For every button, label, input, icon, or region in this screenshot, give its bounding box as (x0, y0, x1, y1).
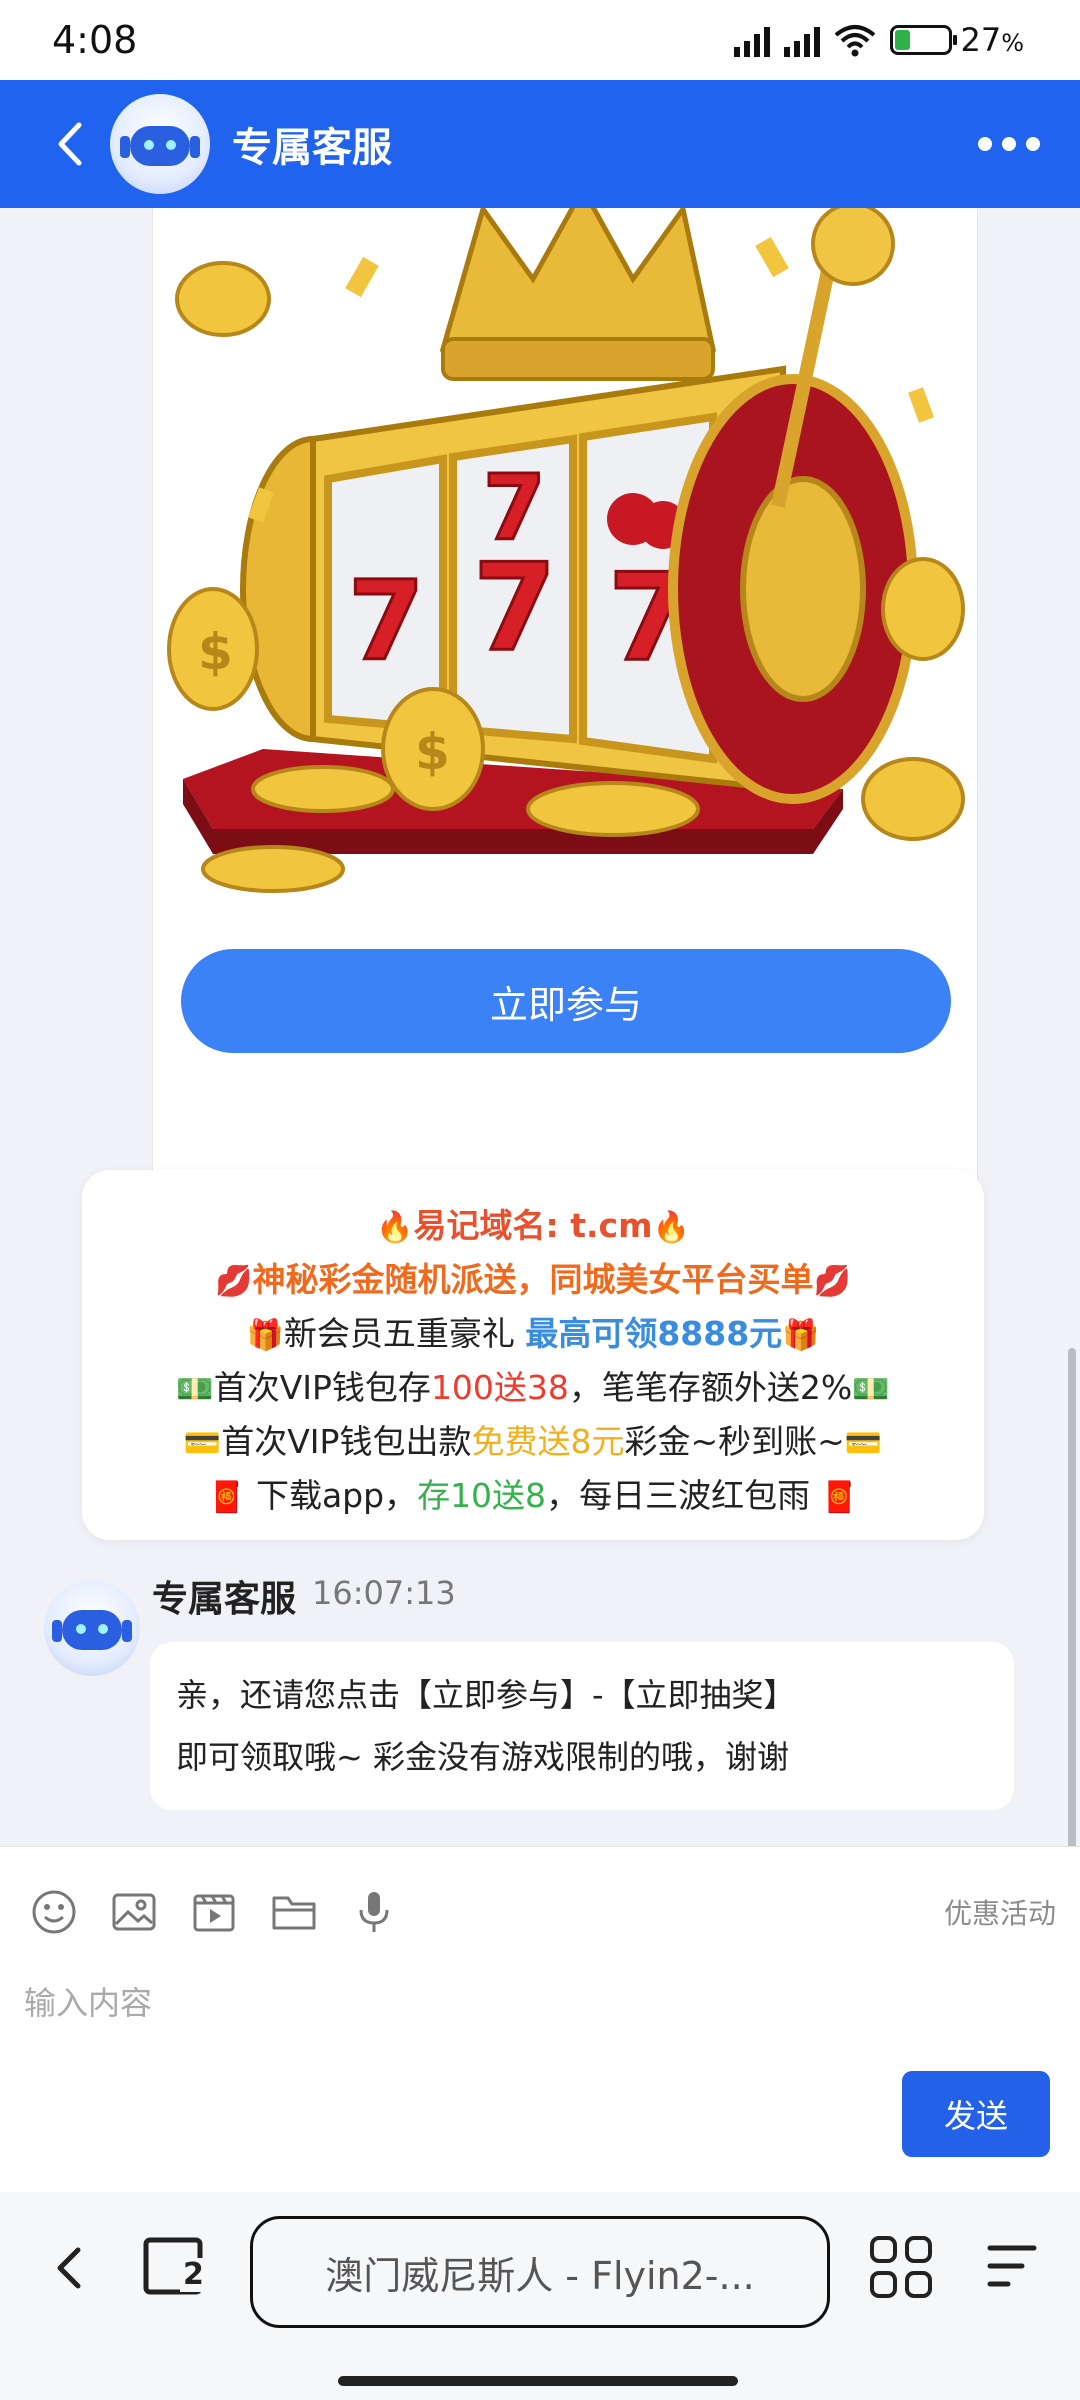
browser-toolbar: 2 澳门威尼斯人 - Flyin2-... (0, 2192, 1080, 2400)
composer: 优惠活动 发送 (0, 1846, 1080, 2192)
signal-icon (734, 23, 771, 57)
battery-indicator: 27% (890, 21, 1024, 59)
chevron-left-icon (58, 122, 82, 166)
credit-card-icon: 💳 (183, 1426, 222, 1461)
gift-icon: 🎁 (246, 1318, 284, 1353)
svg-text:$: $ (198, 623, 233, 681)
battery-icon (890, 25, 958, 55)
tab-count: 2 (180, 2258, 207, 2292)
lips-icon: 💋 (215, 1264, 253, 1299)
back-button[interactable] (30, 104, 110, 184)
message-text: 即可领取哦~ 彩金没有游戏限制的哦，谢谢 (176, 1738, 789, 1776)
credit-card-icon: 💳 (844, 1426, 883, 1461)
status-icons: 27% (734, 21, 1024, 59)
menu-button[interactable] (986, 2242, 1038, 2292)
video-icon (193, 1894, 235, 1932)
address-bar[interactable]: 澳门威尼斯人 - Flyin2-... (250, 2216, 830, 2328)
folder-icon (272, 1896, 316, 1930)
tabs-button[interactable]: 2 (142, 2236, 208, 2296)
promo-card: 7 7 7 7 $ $ 立即参与 (152, 208, 978, 1304)
voice-button[interactable] (346, 1884, 402, 1940)
red-envelope-icon: 🧧 (820, 1480, 858, 1515)
lips-icon: 💋 (813, 1264, 851, 1299)
more-options-button[interactable] (968, 127, 1050, 161)
status-bar: 4:08 27% (0, 0, 1080, 80)
fire-icon: 🔥 (652, 1210, 690, 1245)
emoji-icon (32, 1890, 76, 1934)
signal-icon (784, 23, 821, 57)
browser-back-button[interactable] (40, 2238, 100, 2298)
svg-text:$: $ (415, 723, 450, 781)
video-button[interactable] (186, 1884, 242, 1940)
promotions-link[interactable]: 优惠活动 (944, 1892, 1056, 1932)
chat-header: 专属客服 (0, 80, 1080, 208)
message-input[interactable] (24, 1975, 1054, 2031)
sender-name: 专属客服 (152, 1579, 297, 1620)
join-now-button[interactable]: 立即参与 (181, 949, 951, 1053)
scrollbar[interactable] (1068, 1348, 1076, 1846)
grid-icon (870, 2236, 897, 2263)
home-indicator[interactable] (338, 2376, 738, 2386)
red-envelope-icon: 🧧 (208, 1480, 246, 1515)
wifi-icon (835, 25, 876, 57)
agent-avatar (110, 94, 210, 194)
notice-line: 💳首次VIP钱包出款免费送8元彩金~秒到账~💳 (183, 1422, 883, 1461)
notice-card: 🔥易记域名: t.cm🔥 💋神秘彩金随机派送，同城美女平台买单💋 🎁新会员五重豪… (82, 1170, 984, 1540)
emoji-button[interactable] (26, 1884, 82, 1940)
file-button[interactable] (266, 1884, 322, 1940)
svg-text:7: 7 (348, 557, 425, 685)
notice-line: 🎁新会员五重豪礼 最高可领8888元🎁 (246, 1314, 820, 1353)
composer-toolbar: 优惠活动 (26, 1877, 1056, 1947)
gift-icon: 🎁 (782, 1318, 820, 1353)
fire-icon: 🔥 (376, 1210, 414, 1245)
more-dots-icon (978, 137, 992, 151)
apps-grid-button[interactable] (870, 2236, 932, 2298)
slot-machine-image: 7 7 7 7 $ $ (153, 208, 977, 909)
status-time: 4:08 (52, 18, 138, 62)
notice-line: 🔥易记域名: t.cm🔥 (376, 1206, 690, 1245)
notice-line: 💋神秘彩金随机派送，同城美女平台买单💋 (215, 1260, 851, 1299)
menu-lines-icon (987, 2245, 1037, 2287)
chevron-left-icon (57, 2247, 81, 2289)
message-time: 16:07:13 (312, 1574, 456, 1612)
money-icon: 💵 (852, 1372, 890, 1407)
agent-avatar (44, 1580, 140, 1676)
notice-line: 💵首次VIP钱包存100送38，笔笔存额外送2%💵 (176, 1368, 890, 1407)
chat-title: 专属客服 (232, 125, 392, 171)
message-bubble: 亲，还请您点击【立即参与】-【立即抽奖】 即可领取哦~ 彩金没有游戏限制的哦，谢… (150, 1642, 1014, 1810)
notice-line: 🧧 下载app，存10送8，每日三波红包雨 🧧 (208, 1476, 858, 1515)
message-text: 亲，还请您点击【立即参与】-【立即抽奖】 (176, 1676, 796, 1714)
mic-icon (359, 1892, 389, 1932)
money-icon: 💵 (176, 1372, 214, 1407)
chat-area[interactable]: 7 7 7 7 $ $ 立即参与 🔥易记域名: t.cm🔥 💋神秘彩金随机派送，… (0, 208, 1080, 1846)
image-icon (112, 1893, 156, 1931)
svg-text:7: 7 (483, 456, 546, 561)
send-button[interactable]: 发送 (902, 2071, 1050, 2157)
image-button[interactable] (106, 1884, 162, 1940)
